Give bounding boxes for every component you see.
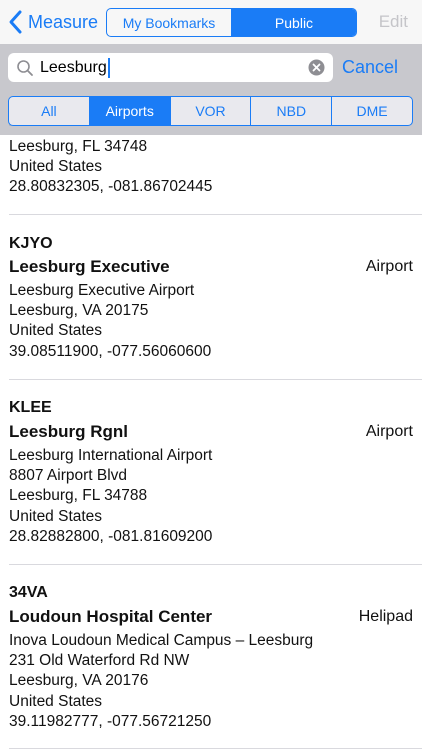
filter-airports[interactable]: Airports [88,97,170,125]
back-button-label: Measure [28,11,99,32]
result-type: Airport [365,258,413,275]
text-cursor [107,57,110,78]
edit-button[interactable]: Edit [379,12,408,32]
search-value-wrap: Leesburg [40,57,110,78]
result-address-line: Inova Loudoun Medical Campus – Leesburg [9,632,314,649]
row-divider [9,564,422,565]
segment-my-bookmarks[interactable]: My Bookmarks [107,9,231,36]
result-coordinates: 39.08511900, -077.56060600 [9,343,212,360]
row-divider [9,748,422,749]
results-list: Leesburg, FL 34748 United States 28.8083… [0,135,422,750]
result-type: Helipad [358,608,413,625]
navigation-bar: Measure My Bookmarks Public Edit [0,0,422,44]
row-divider [9,214,422,215]
result-address-line: Leesburg, FL 34748 [9,138,148,155]
result-coordinates: 28.82882800, -081.81609200 [9,528,213,545]
result-address-line: Leesburg, FL 34788 [9,487,148,504]
result-country: United States [9,508,103,525]
result-address-line: Leesburg International Airport [9,447,213,464]
result-address-line: Leesburg Executive Airport [9,282,195,299]
result-name: Loudoun Hospital Center [9,607,213,626]
search-area: · · · Leesburg Cancel All Airports VOR N… [0,44,422,135]
search-input[interactable]: Leesburg [8,53,333,82]
result-country: United States [9,322,103,339]
result-code: KLEE [9,399,52,416]
cancel-button[interactable]: Cancel [342,57,398,78]
result-name: Leesburg Rgnl [9,422,129,441]
chevron-left-icon [9,10,22,34]
filter-all[interactable]: All [9,97,89,125]
result-country: United States [9,158,103,175]
type-filter-segmented-control: All Airports VOR NBD DME [8,96,413,126]
search-value: Leesburg [40,58,107,76]
result-type: Airport [365,423,413,440]
bookmark-scope-segmented-control: My Bookmarks Public [106,8,357,37]
clear-text-icon[interactable] [308,59,325,76]
result-address-line: 231 Old Waterford Rd NW [9,652,190,669]
result-address-line: Leesburg, VA 20175 [9,302,149,319]
result-country: United States [9,693,103,710]
result-coordinates: 28.80832305, -081.86702445 [9,178,213,195]
row-divider [9,379,422,380]
result-name: Leesburg Executive [9,257,170,276]
filter-dme[interactable]: DME [331,97,412,125]
filter-vor[interactable]: VOR [169,97,251,125]
search-icon [17,59,33,76]
result-code: KJYO [9,235,53,252]
segment-public[interactable]: Public [231,9,356,36]
result-address-line: Leesburg, VA 20176 [9,672,149,689]
filter-nbd[interactable]: NBD [250,97,331,125]
result-code: 34VA [9,584,48,601]
result-coordinates: 39.11982777, -077.56721250 [9,713,212,730]
back-button[interactable]: Measure [8,8,98,36]
result-address-line: 8807 Airport Blvd [9,467,128,484]
